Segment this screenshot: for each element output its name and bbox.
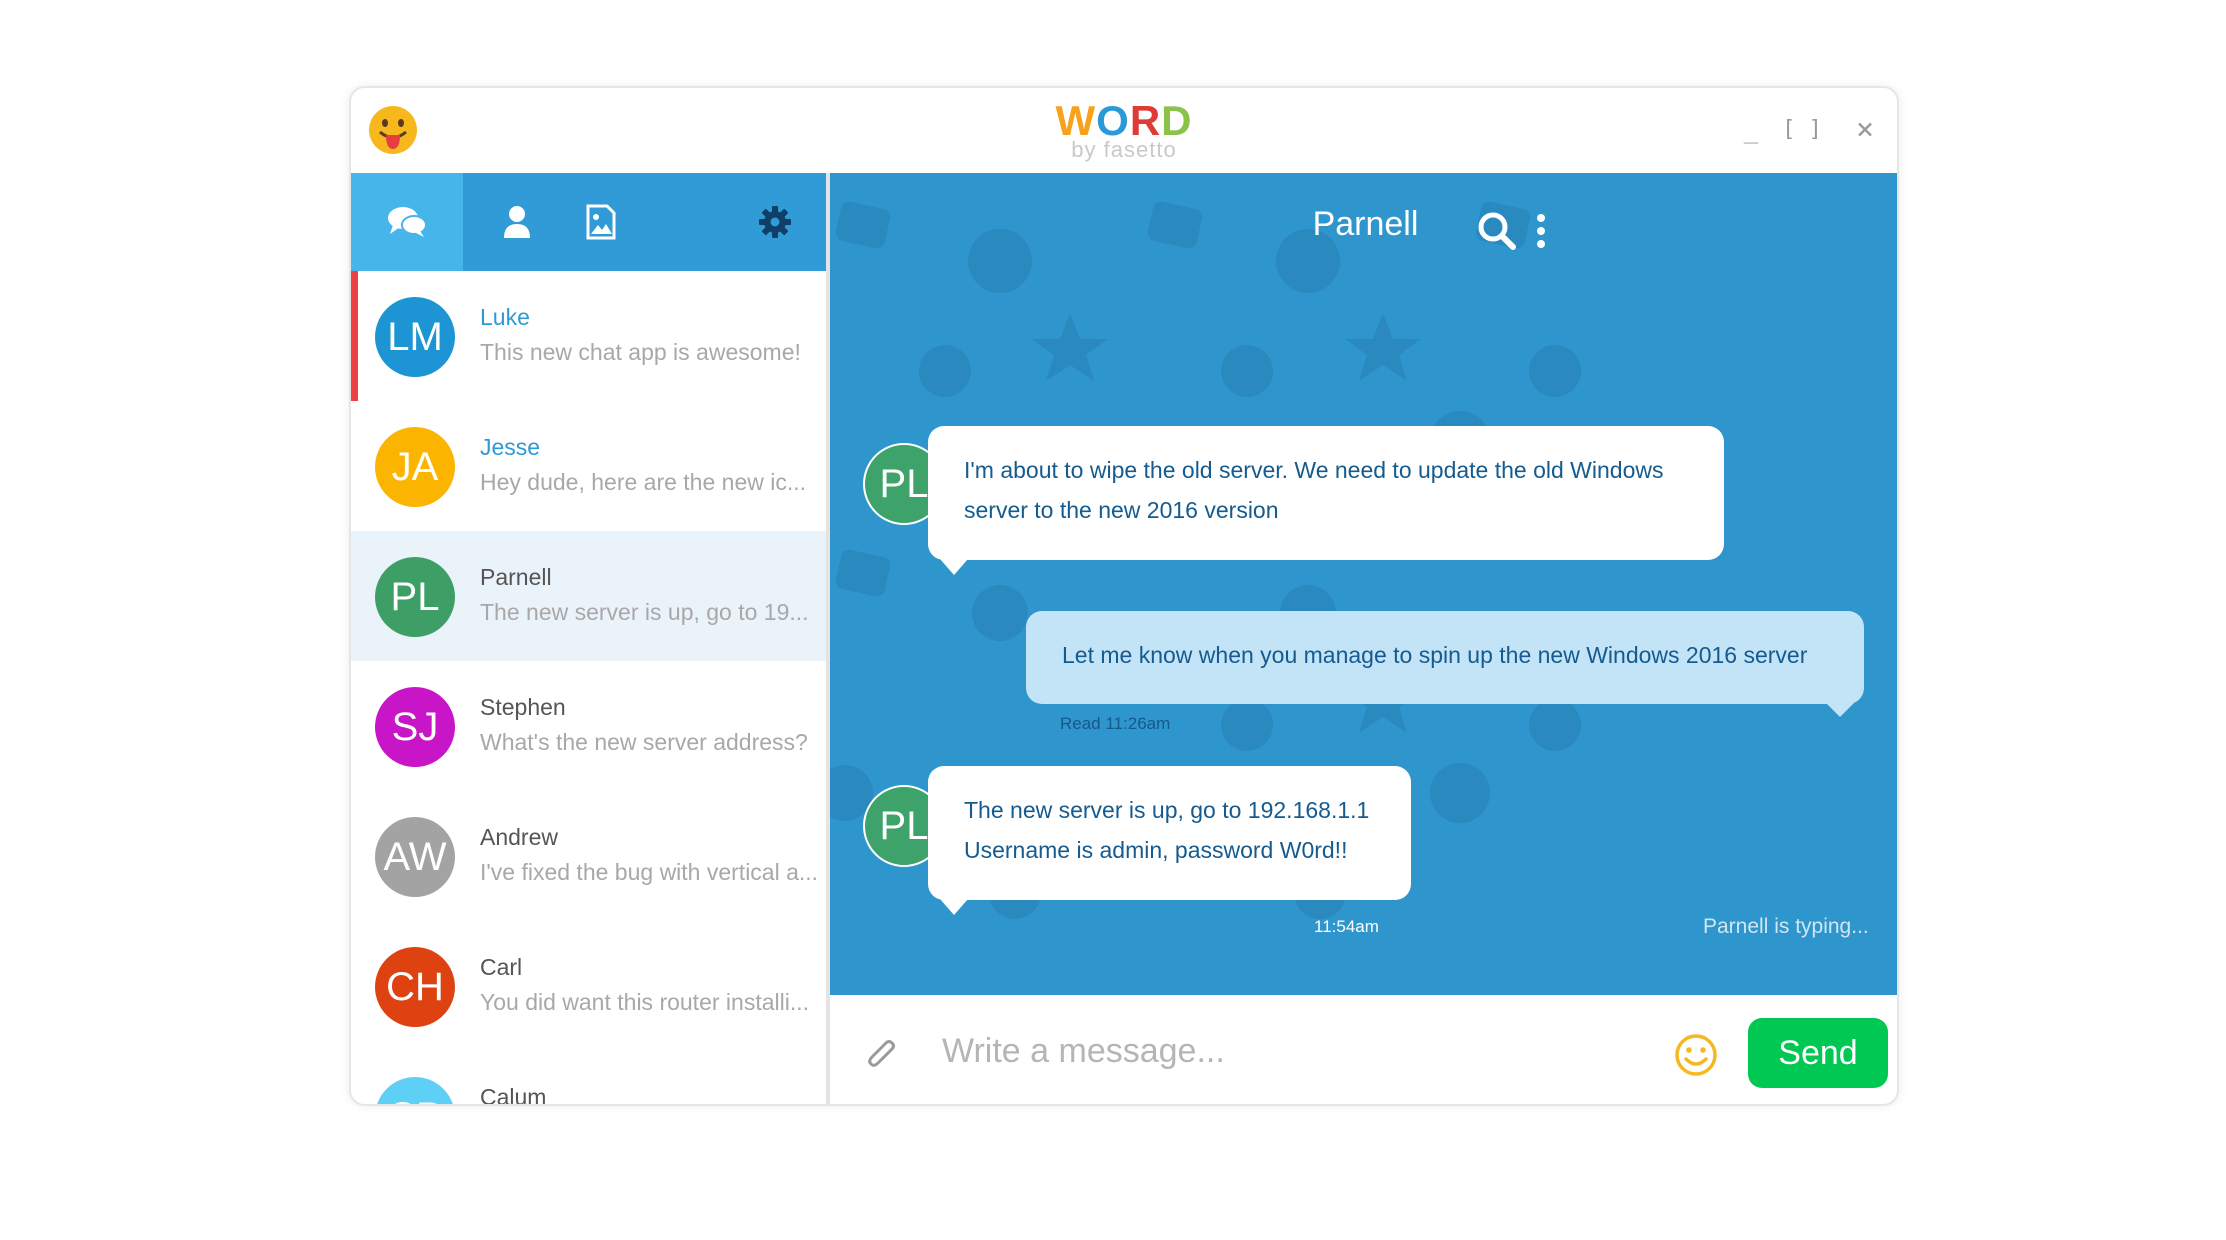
- contact-name: Luke: [480, 304, 530, 330]
- message-line: server to the new 2016 version: [964, 497, 1279, 523]
- message-input[interactable]: [942, 1023, 1642, 1079]
- contact-item[interactable]: PL Parnell The new server is up, go to 19.…: [351, 531, 826, 661]
- message-bubble-incoming: The new server is up, go to 192.168.1.1 …: [928, 766, 1411, 900]
- contact-preview: You did want this router installi...: [480, 989, 809, 1015]
- contact-name: Jesse: [480, 434, 541, 460]
- message-line: The new server is up, go to 192.168.1.1: [964, 797, 1370, 823]
- contact-name: Parnell: [480, 564, 552, 590]
- contact-item[interactable]: JA Jesse Hey dude, here are the new ic...: [351, 401, 826, 531]
- message-bubble-incoming: I'm about to wipe the old server. We nee…: [928, 426, 1724, 560]
- message-line: Username is admin, password W0rd!!: [964, 837, 1348, 863]
- contact-name: Carl: [480, 954, 523, 980]
- close-button[interactable]: ×: [1845, 110, 1885, 150]
- contact-preview: The new server is up, go to 19...: [480, 599, 809, 625]
- read-receipt: Read 11:26am: [1060, 714, 1171, 733]
- gear-icon: [759, 206, 791, 238]
- message-time: 11:54am: [1314, 917, 1379, 936]
- contact-avatar: SJ: [375, 687, 455, 767]
- app-window: WORD by fasetto _ [ ] × LM Luke This new…: [349, 86, 1899, 1106]
- send-button[interactable]: Send: [1748, 1018, 1888, 1088]
- sidebar: LM Luke This new chat app is awesome! JA Jes…: [351, 173, 830, 1106]
- bubble-tail: [940, 559, 968, 575]
- tab-settings[interactable]: [745, 173, 805, 271]
- chat-bubbles-icon: [388, 207, 427, 237]
- contact-avatar: CH: [375, 947, 455, 1027]
- contact-name: Calum: [480, 1084, 547, 1106]
- tab-contacts[interactable]: [487, 173, 547, 271]
- contact-item[interactable]: SJ Stephen What's the new server address?: [351, 661, 826, 791]
- contact-item[interactable]: LM Luke This new chat app is awesome!: [351, 271, 826, 401]
- smiley-icon[interactable]: [1674, 1033, 1718, 1077]
- contact-avatar: PL: [375, 557, 455, 637]
- contact-item[interactable]: CB Calum: [351, 1051, 826, 1106]
- contact-preview: Hey dude, here are the new ic...: [480, 469, 807, 495]
- message-line: I'm about to wipe the old server. We nee…: [964, 457, 1664, 483]
- message-avatar-initials: PL: [879, 803, 929, 848]
- chat-background: Parnell PL I'm about to wipe the old ser…: [830, 173, 1897, 995]
- maximize-button[interactable]: [ ]: [1772, 110, 1832, 150]
- minimize-button[interactable]: _: [1731, 110, 1771, 150]
- contact-list: LM Luke This new chat app is awesome! JA Jes…: [351, 271, 826, 1106]
- contact-avatar: JA: [375, 427, 455, 507]
- contact-item[interactable]: CH Carl You did want this router installi.…: [351, 921, 826, 1051]
- message-line: Let me know when you manage to spin up t…: [1062, 642, 1808, 668]
- contact-preview: What's the new server address?: [480, 729, 808, 755]
- unread-marker: [351, 271, 358, 401]
- message-avatar-initials: PL: [879, 461, 929, 506]
- contact-item[interactable]: AW Andrew I've fixed the bug with vertical…: [351, 791, 826, 921]
- contact-preview: This new chat app is awesome!: [480, 339, 801, 365]
- chat-panel: Parnell PL I'm about to wipe the old ser…: [830, 173, 1897, 1104]
- contact-avatar: CB: [375, 1077, 455, 1104]
- user-icon: [504, 206, 530, 238]
- contact-name: Stephen: [480, 694, 566, 720]
- image-icon: [586, 204, 616, 240]
- message-composer: Send: [830, 995, 1897, 1104]
- logo-subtitle: by fasetto: [1071, 137, 1177, 162]
- search-icon[interactable]: [1477, 211, 1517, 251]
- tab-chats[interactable]: [351, 173, 463, 271]
- tab-media[interactable]: [571, 173, 631, 271]
- title-bar: WORD by fasetto _ [ ] ×: [351, 88, 1897, 173]
- bubble-tail: [940, 899, 968, 915]
- contact-preview: I've fixed the bug with vertical a...: [480, 859, 819, 885]
- bubble-tail: [1826, 703, 1854, 717]
- contact-avatar: AW: [375, 817, 455, 897]
- chat-title: Parnell: [1312, 205, 1419, 243]
- app-logo: WORD by fasetto: [351, 98, 1897, 162]
- paperclip-icon[interactable]: [866, 1035, 898, 1071]
- message-bubble-outgoing: Let me know when you manage to spin up t…: [1026, 611, 1864, 704]
- more-vertical-icon[interactable]: [1533, 213, 1549, 249]
- sidebar-tabs: [351, 173, 826, 271]
- contact-avatar: LM: [375, 297, 455, 377]
- typing-indicator: Parnell is typing...: [1703, 915, 1869, 938]
- contact-name: Andrew: [480, 824, 558, 850]
